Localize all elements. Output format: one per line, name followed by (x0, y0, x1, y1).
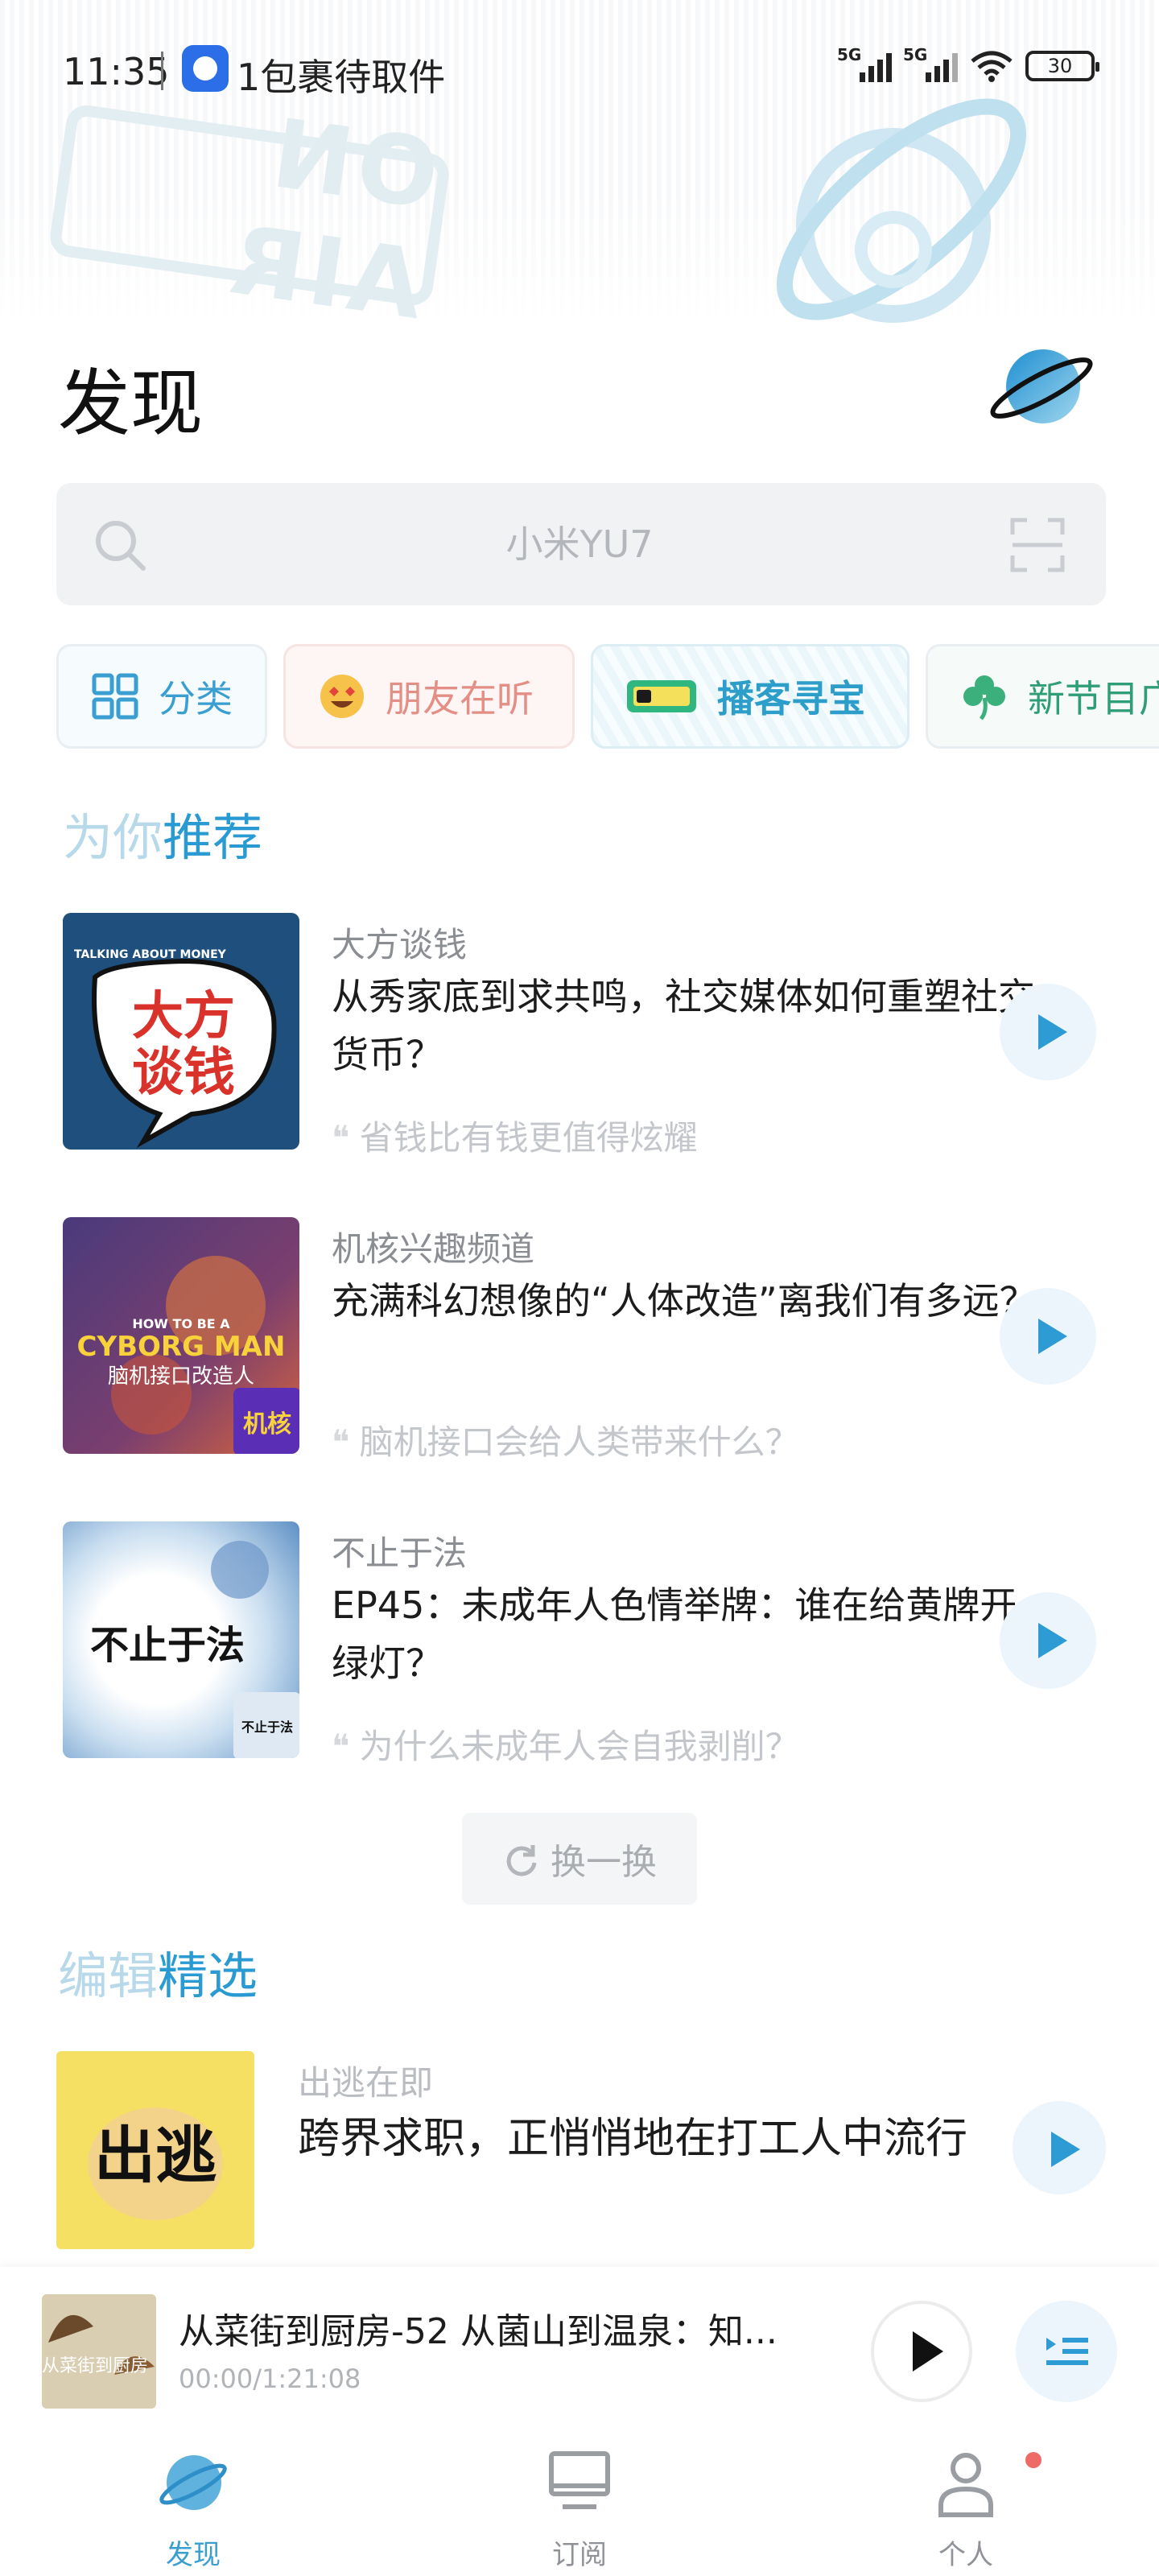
player-time: 00:00/1:21:08 (179, 2363, 361, 2394)
quote-icon: ❝ (332, 1422, 350, 1462)
play-button[interactable] (1000, 984, 1096, 1080)
scan-icon[interactable] (1009, 517, 1066, 573)
playlist-button[interactable] (1016, 2301, 1117, 2402)
refresh-icon (506, 1845, 537, 1876)
status-bar: 11:35 1包裹待取件 5G 5G 30 (0, 0, 1159, 145)
play-button[interactable] (1000, 1288, 1096, 1385)
clover-icon (963, 675, 1005, 720)
notification-text: 1包裹待取件 (237, 56, 446, 99)
person-icon (938, 2453, 993, 2517)
section-title-editor-pick: 编辑精选 (58, 1946, 258, 2005)
mini-player[interactable]: 从菜街到厨房 从菜街到厨房-52 从菌山到温泉：知... 00:00/1:21:… (0, 2267, 1159, 2425)
cover-art-kitchen: 从菜街到厨房 (42, 2314, 155, 2376)
search-icon (96, 521, 146, 571)
svg-text:TALKING ABOUT MONEY: TALKING ABOUT MONEY (74, 948, 227, 961)
list-item[interactable]: TALKING ABOUT MONEY 大方 谈钱 大方谈钱 从秀家底到求共鸣，… (63, 913, 1109, 1158)
svg-text:谈钱: 谈钱 (132, 1043, 235, 1103)
podcast-source: 不止于法 (332, 1534, 468, 1573)
player-title: 从菜街到厨房-52 从菌山到温泉：知... (179, 2311, 777, 2352)
heart-eyes-emoji-icon (320, 675, 364, 718)
episode-quote: ❝ 为什么未成年人会自我剥削？ (332, 1727, 799, 1766)
status-separator (161, 52, 163, 90)
episode-title: EP45：未成年人色情举牌：谁在给黄牌开绿灯？ (332, 1583, 1017, 1685)
search-bar[interactable] (56, 483, 1106, 605)
status-indicators: 5G 5G 30 (837, 45, 1099, 82)
svg-text:HOW TO BE A: HOW TO BE A (132, 1316, 230, 1331)
parcel-app-icon (182, 45, 229, 92)
signal-icon: 5G (837, 45, 892, 82)
svg-text:大方: 大方 (132, 987, 235, 1046)
podcast-cover: 不止于法 不止于法 (63, 1521, 299, 1758)
status-time: 11:35 (63, 50, 170, 93)
play-button[interactable] (1000, 1592, 1096, 1689)
cover-badge: 不止于法 (233, 1692, 299, 1758)
podcast-cover: 出逃 (56, 2051, 254, 2249)
quick-chips: 分类 朋友在听 播客寻宝 新节目广 (56, 644, 1159, 749)
planet-icon[interactable] (985, 341, 1098, 430)
notification-dot (1025, 2452, 1041, 2468)
monitor-icon (549, 2451, 610, 2509)
list-item[interactable]: 出逃 出逃在即 跨界求职，正悄悄地在打工人中流行 (56, 2051, 1119, 2260)
quote-icon: ❝ (332, 1118, 350, 1158)
svg-text:CYBORG MAN: CYBORG MAN (77, 1331, 286, 1363)
podcast-cover: TALKING ABOUT MONEY 大方 谈钱 (63, 913, 299, 1150)
svg-text:不止于法: 不止于法 (90, 1623, 245, 1668)
svg-text:脑机接口改造人: 脑机接口改造人 (108, 1364, 254, 1389)
chip-label: 分类 (159, 677, 233, 720)
chip-label: 朋友在听 (386, 677, 534, 720)
svg-text:出逃: 出逃 (94, 2120, 217, 2191)
chip-label: 新节目广 (1028, 677, 1159, 720)
bottom-tab-bar: 发现 订阅 个人 (0, 2425, 1159, 2576)
chip-new-shows[interactable]: 新节目广 (926, 644, 1159, 749)
signal-icon-2: 5G (903, 45, 958, 82)
battery-icon: 30 (1025, 51, 1099, 81)
grid-icon (92, 673, 138, 720)
cover-art-escape: 出逃 (88, 2107, 223, 2220)
podcast-source: 大方谈钱 (332, 925, 468, 964)
episode-title: 从秀家底到求共鸣，社交媒体如何重塑社交货币？ (332, 975, 1035, 1076)
playlist-icon (1046, 2338, 1088, 2365)
chip-label: 播客寻宝 (717, 677, 865, 720)
cover-badge: 机核 (233, 1388, 299, 1454)
chip-friends-listening[interactable]: 朋友在听 (283, 644, 575, 749)
battery-level: 30 (1047, 55, 1073, 77)
tab-subscribe[interactable]: 订阅 (499, 2449, 660, 2571)
podcast-source: 机核兴趣频道 (332, 1229, 535, 1269)
tab-label: 个人 (938, 2539, 993, 2571)
search-input[interactable] (217, 483, 942, 605)
refresh-label: 换一换 (551, 1842, 657, 1883)
episode-title: 充满科幻想像的“人体改造”离我们有多远？ (332, 1279, 1037, 1323)
chip-category[interactable]: 分类 (56, 644, 267, 749)
play-button[interactable] (1013, 2101, 1106, 2194)
svg-text:从菜街到厨房: 从菜街到厨房 (42, 2356, 148, 2376)
tab-me[interactable]: 个人 (885, 2449, 1046, 2571)
wifi-icon (971, 51, 1013, 82)
podcast-source: 出逃在即 (298, 2063, 434, 2103)
page-title: 发现 (58, 361, 203, 446)
list-item[interactable]: 不止于法 不止于法 不止于法 EP45：未成年人色情举牌：谁在给黄牌开绿灯？ ❝… (63, 1521, 1109, 1766)
cover-art-money: TALKING ABOUT MONEY 大方 谈钱 (74, 948, 277, 1149)
episode-quote: ❝ 脑机接口会给人类带来什么？ (332, 1422, 799, 1462)
player-cover: 从菜街到厨房 (42, 2294, 156, 2409)
planet-icon (159, 2455, 227, 2510)
player-play-button[interactable] (871, 2301, 972, 2402)
section-title-recommend: 为你推荐 (63, 808, 263, 867)
tab-label: 订阅 (552, 2539, 607, 2571)
list-item[interactable]: HOW TO BE A CYBORG MAN 脑机接口改造人 机核 机核兴趣频道… (63, 1217, 1109, 1462)
treasure-ticket-icon (627, 680, 696, 712)
tab-discover[interactable]: 发现 (113, 2449, 274, 2571)
podcast-cover: HOW TO BE A CYBORG MAN 脑机接口改造人 机核 (63, 1217, 299, 1454)
quote-icon: ❝ (332, 1727, 350, 1766)
network-type-label-2: 5G (903, 45, 928, 64)
refresh-button[interactable]: 换一换 (462, 1813, 697, 1905)
episode-quote: ❝ 省钱比有钱更值得炫耀 (332, 1118, 698, 1158)
network-type-label: 5G (837, 45, 862, 64)
tab-label: 发现 (166, 2539, 221, 2571)
episode-title: 跨界求职，正悄悄地在打工人中流行 (298, 2115, 968, 2163)
chip-podcast-treasure[interactable]: 播客寻宝 (591, 644, 909, 749)
